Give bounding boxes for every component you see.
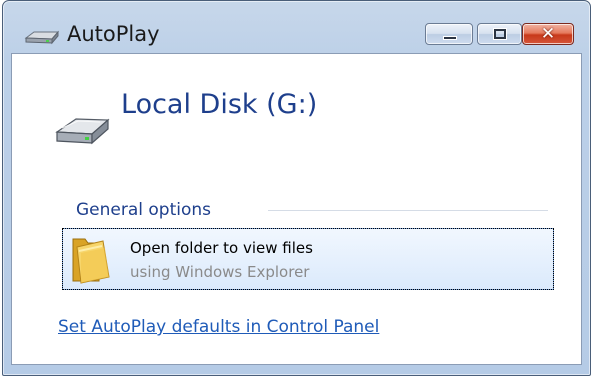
control-panel-link[interactable]: Set AutoPlay defaults in Control Panel (58, 317, 379, 337)
minimize-icon (443, 36, 457, 40)
maximize-button[interactable] (477, 23, 522, 45)
minimize-button[interactable] (425, 23, 473, 45)
section-label: General options (76, 200, 212, 220)
folder-icon (72, 238, 110, 284)
section-divider (268, 210, 548, 211)
autoplay-content: Local Disk (G:) General options Open fol… (11, 53, 582, 365)
option-subtitle: using Windows Explorer (130, 263, 310, 281)
maximize-icon (494, 29, 506, 39)
open-folder-option[interactable]: Open folder to view files using Windows … (62, 228, 554, 290)
hard-drive-icon (55, 118, 110, 145)
option-title: Open folder to view files (130, 239, 313, 257)
title-bar[interactable]: AutoPlay ✕ (3, 1, 590, 53)
autoplay-window: AutoPlay ✕ Local Disk (G:) General optio… (2, 0, 591, 376)
close-icon: ✕ (540, 24, 556, 44)
window-title: AutoPlay (67, 22, 160, 46)
drive-icon (24, 30, 60, 45)
device-name: Local Disk (G:) (121, 89, 318, 120)
close-button[interactable]: ✕ (522, 23, 574, 45)
